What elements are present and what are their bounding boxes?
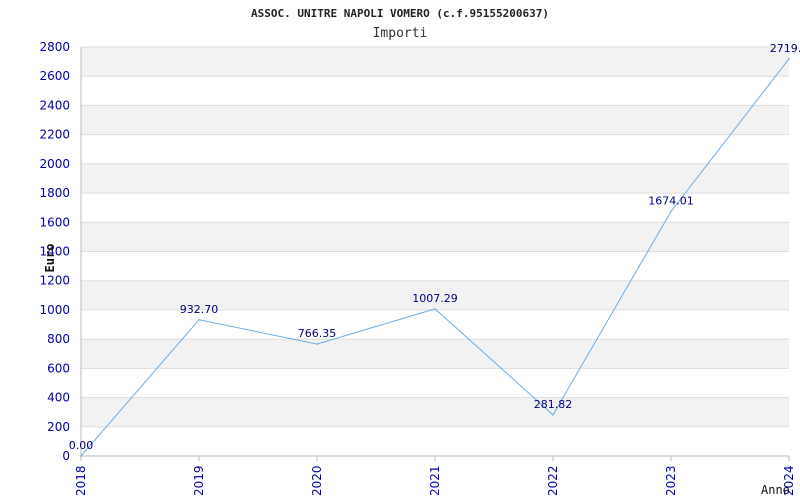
background-band (81, 105, 789, 135)
data-point (788, 58, 790, 60)
x-axis-label: Anno (761, 483, 790, 497)
data-label: 281.82 (534, 398, 573, 411)
background-band (81, 163, 789, 194)
chart-title: ASSOC. UNITRE NAPOLI VOMERO (c.f.9515520… (251, 7, 549, 20)
x-tick-label: 2020 (310, 465, 324, 496)
chart-subtitle: Importi (373, 26, 428, 41)
data-point (316, 343, 318, 345)
data-label: 0.00 (69, 439, 94, 452)
data-point (198, 318, 200, 321)
x-tick-label: 2021 (428, 465, 442, 496)
y-tick-label: 600 (47, 361, 70, 375)
x-tick-label: 2018 (74, 465, 88, 496)
y-tick-label: 2200 (39, 128, 70, 142)
y-tick-label: 1800 (39, 186, 70, 200)
y-tick-label: 800 (47, 332, 70, 346)
y-tick-label: 1200 (39, 274, 70, 288)
y-tick-label: 1000 (39, 303, 70, 317)
data-label: 1007.29 (412, 292, 458, 305)
chart: 0200400600800100012001400160018002000220… (39, 7, 800, 497)
background-band (81, 47, 789, 77)
y-tick-label: 400 (47, 391, 70, 405)
background-band (81, 134, 789, 164)
background-band (81, 251, 789, 281)
data-point (552, 414, 554, 416)
background-band (81, 368, 789, 398)
y-tick-label: 2400 (39, 98, 70, 112)
x-tick-label: 2023 (664, 465, 678, 496)
data-label: 2719.0 (770, 42, 800, 55)
x-tick-label: 2022 (546, 465, 560, 496)
background-band (81, 426, 789, 456)
y-tick-label: 2600 (39, 69, 70, 83)
x-tick-label: 2019 (192, 465, 206, 496)
data-label: 932.70 (180, 303, 219, 316)
y-tick-label: 200 (47, 420, 70, 434)
background-band (81, 222, 789, 252)
y-tick-label: 2000 (39, 157, 70, 171)
background-band (81, 397, 789, 427)
data-point (80, 455, 82, 457)
y-axis-label: Euro (43, 244, 57, 273)
background-band (81, 76, 789, 106)
data-label: 766.35 (298, 327, 337, 340)
data-point (434, 308, 436, 310)
data-point (670, 210, 672, 213)
y-tick-label: 2800 (39, 40, 70, 54)
data-label: 1674.01 (648, 194, 694, 207)
background-band (81, 339, 789, 369)
x-tick-labels: 2018 2019 2020 2021 2022 2023 2024 (74, 456, 796, 496)
y-tick-label: 1600 (39, 215, 70, 229)
